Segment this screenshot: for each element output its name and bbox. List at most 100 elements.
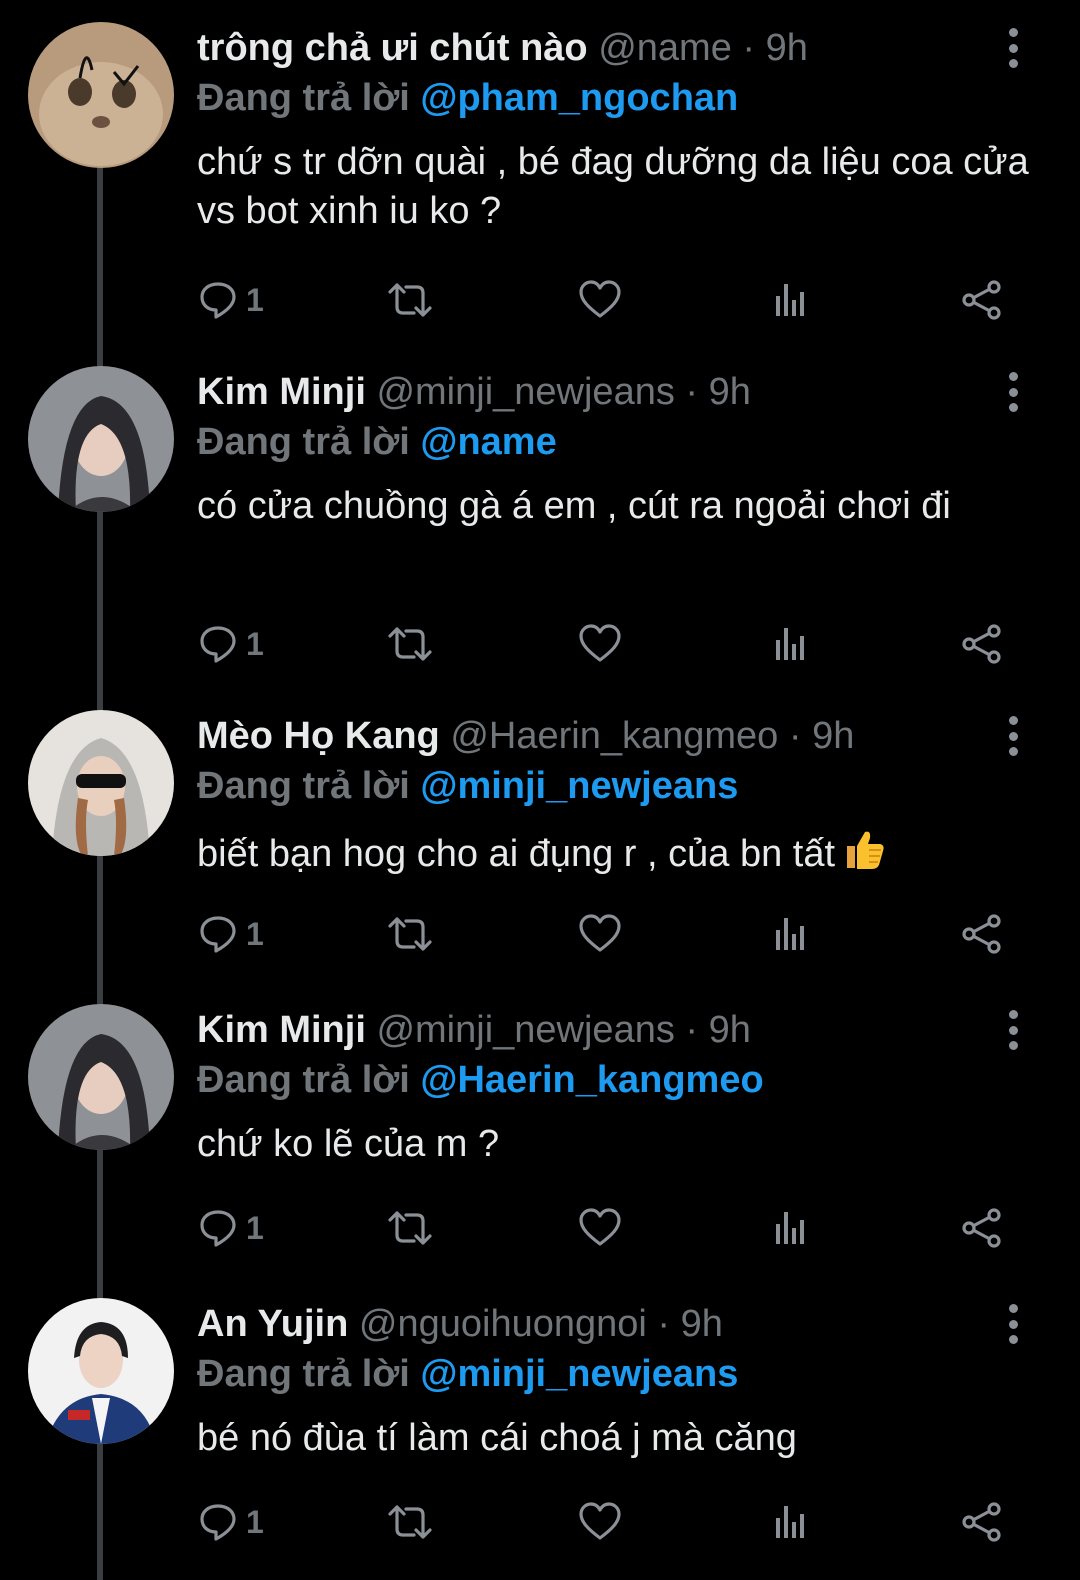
reply-mention-link[interactable]: @Haerin_kangmeo [420,1059,763,1101]
like-icon [578,1502,622,1542]
like-icon [578,914,622,954]
tweet-header: trông chả ưi chút nào @name · 9h [197,22,987,74]
more-options-icon[interactable] [995,372,1031,412]
action-bar: 1 [0,1204,1080,1252]
reply-button[interactable]: 1 [198,620,264,668]
retweet-button[interactable] [386,1204,434,1252]
views-button[interactable] [770,276,810,324]
timestamp[interactable]: · 9h [789,715,854,757]
action-bar: 1 [0,276,1080,324]
views-button[interactable] [770,910,810,958]
tweet-text-content: biết bạn hog cho ai đụng r , của bn tất [197,833,836,875]
reply-prefix: Đang trả lời [197,421,410,463]
reply-count: 1 [246,915,264,952]
action-bar: 1 [0,910,1080,958]
reply-icon [198,1208,238,1248]
views-button[interactable] [770,620,810,668]
share-button[interactable] [960,910,1004,958]
reply-button[interactable]: 1 [198,1204,264,1252]
tweet-header: An Yujin @nguoihuongnoi · 9h [197,1298,987,1350]
more-options-icon[interactable] [995,1304,1031,1344]
share-button[interactable] [960,1204,1004,1252]
retweet-icon [386,1502,434,1542]
reply-mention-link[interactable]: @name [420,421,556,463]
tweet-header: Mèo Họ Kang @Haerin_kangmeo · 9h [197,710,987,762]
cat-avatar-icon [28,22,174,168]
reply-context: Đang trả lời @name [197,416,557,468]
views-icon [770,1208,810,1248]
reply-mention-link[interactable]: @pham_ngochan [420,77,738,119]
timestamp[interactable]: · 9h [742,27,807,69]
reply-context: Đang trả lời @minji_newjeans [197,760,738,812]
retweet-button[interactable] [386,276,434,324]
reply-button[interactable]: 1 [198,910,264,958]
share-icon [960,278,1004,322]
avatar[interactable] [28,710,174,856]
like-button[interactable] [578,1498,622,1546]
reply-count: 1 [246,625,264,662]
reply-button[interactable]: 1 [198,276,264,324]
share-icon [960,1500,1004,1544]
reply-prefix: Đang trả lời [197,77,410,119]
share-button[interactable] [960,276,1004,324]
tweet-text: chứ s tr dỡn quài , bé đag dưỡng da liệu… [197,141,1029,232]
retweet-button[interactable] [386,1498,434,1546]
tweet-text: bé nó đùa tí làm cái choá j mà căng [197,1417,797,1459]
display-name[interactable]: Kim Minji [197,371,366,413]
like-button[interactable] [578,910,622,958]
reply-mention-link[interactable]: @minji_newjeans [420,765,738,807]
like-button[interactable] [578,620,622,668]
thumbs-up-icon [847,831,884,869]
profile-photo-icon [28,1004,174,1150]
retweet-icon [386,280,434,320]
like-button[interactable] [578,276,622,324]
reply-button[interactable]: 1 [198,1498,264,1546]
display-name[interactable]: trông chả ưi chút nào [197,27,588,69]
views-icon [770,624,810,664]
retweet-button[interactable] [386,620,434,668]
reply-context: Đang trả lời @pham_ngochan [197,72,738,124]
share-button[interactable] [960,620,1004,668]
handle[interactable]: @nguoihuongnoi [359,1303,647,1345]
retweet-button[interactable] [386,910,434,958]
timestamp[interactable]: · 9h [657,1303,722,1345]
avatar[interactable] [28,366,174,512]
share-icon [960,622,1004,666]
retweet-icon [386,624,434,664]
avatar[interactable] [28,1298,174,1444]
like-icon [578,280,622,320]
handle[interactable]: @minji_newjeans [376,1009,674,1051]
like-icon [578,624,622,664]
tweet-text: chứ ko lẽ của m ? [197,1123,500,1165]
retweet-icon [386,914,434,954]
like-button[interactable] [578,1204,622,1252]
reply-prefix: Đang trả lời [197,765,410,807]
handle[interactable]: @minji_newjeans [376,371,674,413]
reply-mention-link[interactable]: @minji_newjeans [420,1353,738,1395]
share-button[interactable] [960,1498,1004,1546]
reply-count: 1 [246,1209,264,1246]
views-icon [770,280,810,320]
profile-photo-icon [28,1298,174,1444]
reply-icon [198,280,238,320]
more-options-icon[interactable] [995,1010,1031,1050]
display-name[interactable]: Mèo Họ Kang [197,715,440,757]
reply-context: Đang trả lời @minji_newjeans [197,1348,738,1400]
display-name[interactable]: Kim Minji [197,1009,366,1051]
avatar[interactable] [28,1004,174,1150]
reply-count: 1 [246,281,264,318]
tweet-header: Kim Minji @minji_newjeans · 9h [197,366,987,418]
like-icon [578,1208,622,1248]
views-button[interactable] [770,1204,810,1252]
more-options-icon[interactable] [995,716,1031,756]
views-button[interactable] [770,1498,810,1546]
handle[interactable]: @Haerin_kangmeo [450,715,778,757]
handle[interactable]: @name [598,27,732,69]
timestamp[interactable]: · 9h [685,371,750,413]
more-options-icon[interactable] [995,28,1031,68]
avatar[interactable] [28,22,174,168]
display-name[interactable]: An Yujin [197,1303,348,1345]
reply-prefix: Đang trả lời [197,1059,410,1101]
reply-icon [198,914,238,954]
timestamp[interactable]: · 9h [685,1009,750,1051]
